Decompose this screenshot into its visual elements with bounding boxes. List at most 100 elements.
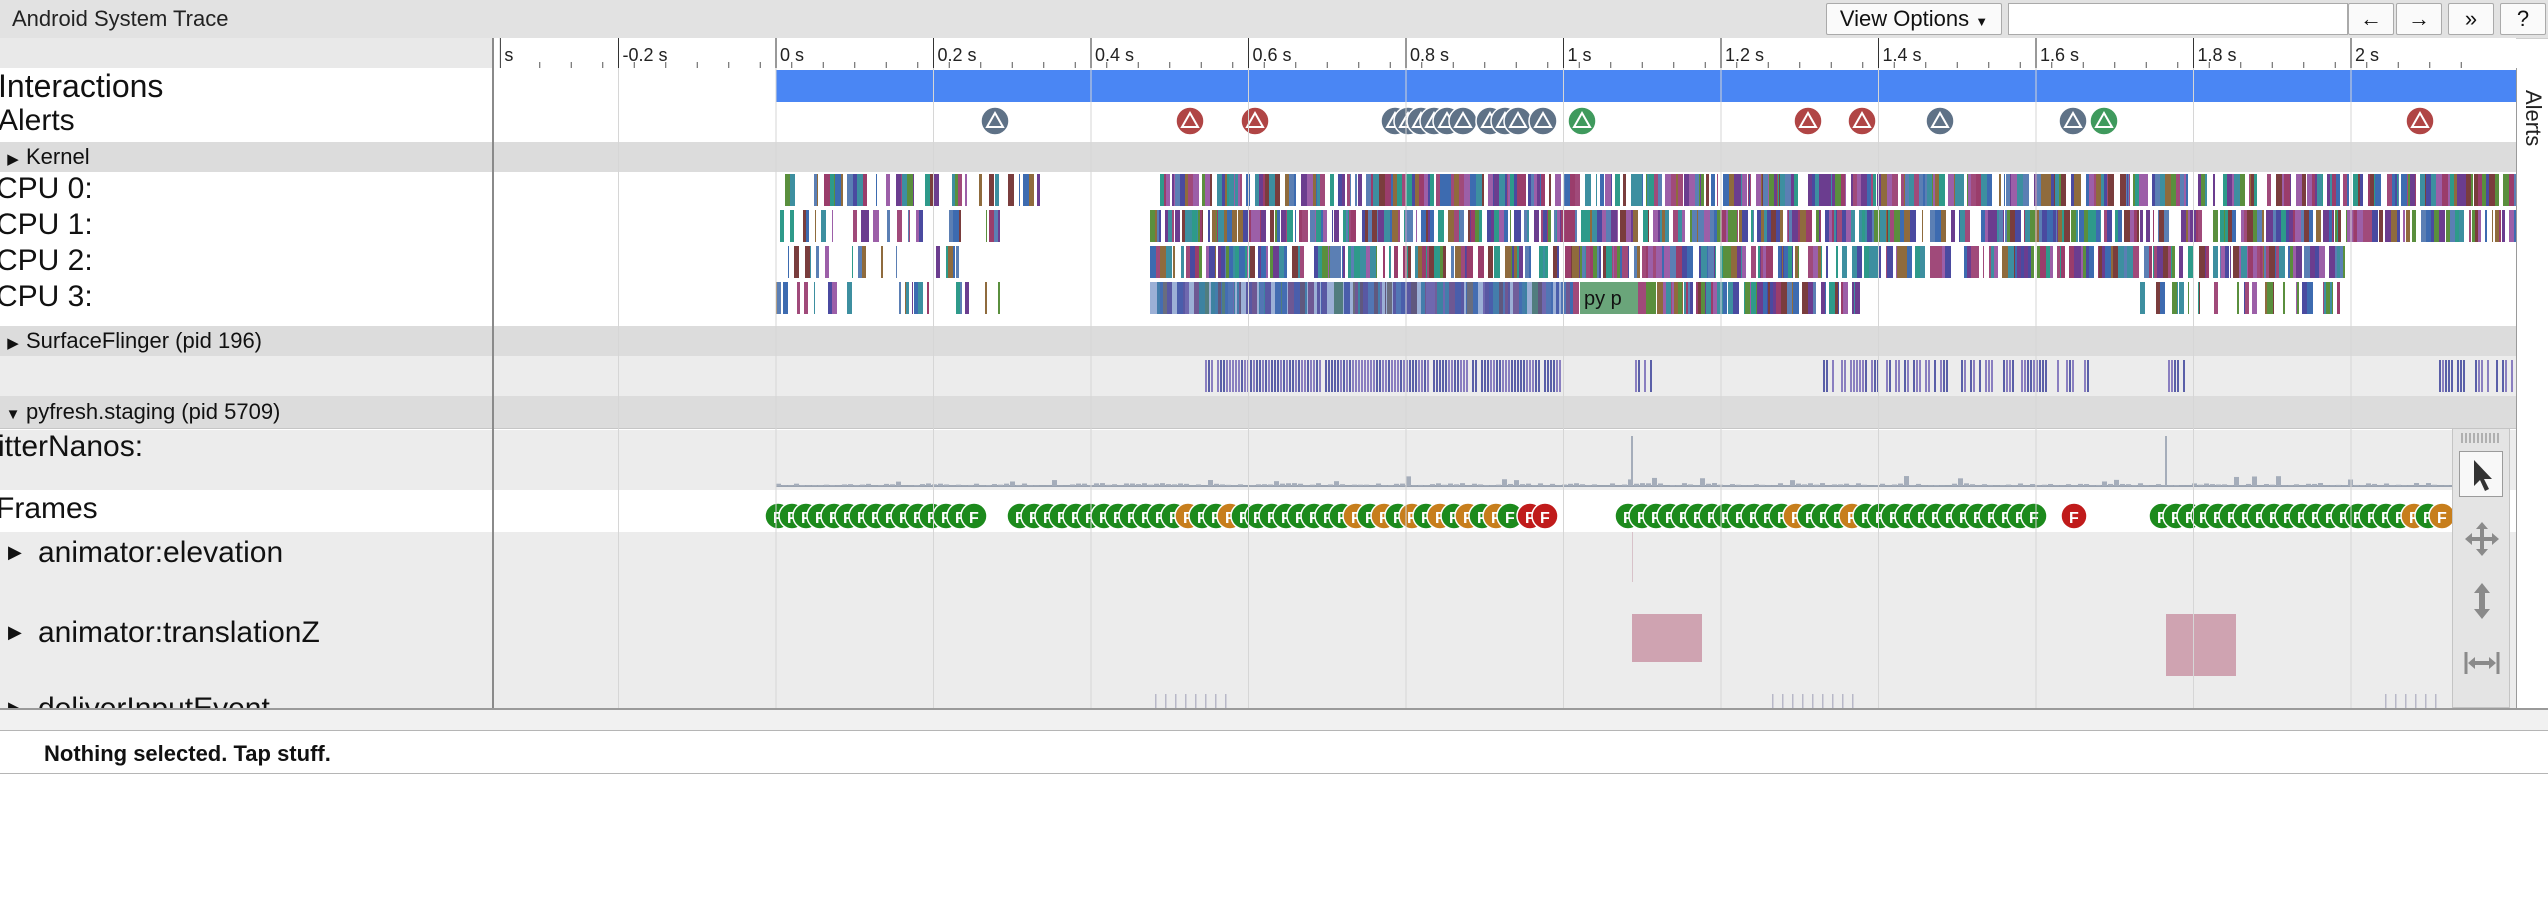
cpu-slice (1720, 246, 1723, 278)
elevation-marker[interactable] (1632, 532, 1633, 582)
jitter-bar (1562, 484, 1567, 486)
cpu-slice (985, 282, 987, 314)
cpu-slice (2102, 246, 2105, 278)
panel-splitter[interactable] (0, 708, 2548, 732)
surfaceflinger-slice (1529, 360, 1531, 392)
surfaceflinger-slice (1370, 360, 1372, 392)
cpu-slice (2495, 174, 2499, 206)
help-button[interactable]: ? (2500, 3, 2546, 35)
surfaceflinger-slices[interactable] (0, 356, 2516, 396)
cpu-slice (1198, 210, 1200, 242)
jitter-bar (1226, 484, 1231, 486)
frames-track[interactable]: Frames FFFFFFFFFFFFFFFFFFFFFFFFFFFFFFFFF… (0, 490, 2516, 532)
cpu-slice (1537, 174, 1540, 206)
surfaceflinger-group-header[interactable]: ▶ SurfaceFlinger (pid 196) (0, 326, 2516, 356)
collapse-triangle-icon[interactable]: ▼ (0, 399, 26, 431)
surfaceflinger-slice (2448, 360, 2450, 392)
expand-triangle-icon[interactable]: ▶ (8, 622, 22, 643)
surfaceflinger-slice (1229, 360, 1231, 392)
jitter-counter[interactable] (0, 430, 2452, 490)
expand-triangle-icon[interactable]: ▶ (0, 329, 26, 359)
pan-tool-button[interactable] (2459, 515, 2503, 561)
cpu-slice (1976, 174, 1981, 206)
prev-match-button[interactable]: ← (2348, 3, 2394, 35)
cpu-slice (1873, 174, 1876, 206)
cpu-slice (1733, 282, 1739, 314)
jitter-bar (1196, 484, 1201, 486)
cpu-slice (1202, 174, 1205, 206)
cpu-slice (858, 246, 862, 278)
expand-triangle-icon[interactable]: ▶ (0, 145, 26, 175)
surfaceflinger-slice (1451, 360, 1453, 392)
jitter-bar (1760, 484, 1765, 486)
drag-handle-icon[interactable] (2461, 433, 2501, 443)
animator-translationz-track[interactable]: ▶ animator:translationZ (0, 584, 2516, 694)
cpu-slice (2107, 210, 2112, 242)
timing-tool-button[interactable] (2459, 639, 2503, 685)
translationz-slice[interactable] (1632, 614, 1702, 662)
cpu-slice (1597, 210, 1602, 242)
surfaceflinger-slice (1463, 360, 1465, 392)
view-options-button[interactable]: View Options ▼ (1826, 3, 2002, 35)
jitter-track[interactable]: itterNanos: (0, 430, 2516, 490)
cpu-slice (1762, 174, 1763, 206)
deliver-input-slices[interactable] (0, 676, 2452, 708)
cpu-slice (1961, 174, 1964, 206)
cpu-slice (1392, 210, 1398, 242)
cpu-slice (1323, 210, 1327, 242)
cpu-slice (1981, 174, 1987, 206)
cpu-slice (2358, 174, 2360, 206)
cpu-slice (2431, 210, 2434, 242)
cpu-slice (1930, 210, 1935, 242)
cpu-slice (1699, 174, 1700, 206)
cpu-slice (1909, 174, 1914, 206)
label-splitter[interactable] (492, 38, 494, 708)
kernel-group-header[interactable]: ▶ Kernel (0, 142, 2516, 172)
cpu-slices[interactable]: py p (0, 172, 2516, 322)
zoom-tool-button[interactable] (2459, 577, 2503, 623)
expand-button[interactable]: » (2448, 3, 2494, 35)
jitter-bar (1988, 484, 1993, 486)
alerts-track[interactable]: Alerts (0, 104, 2516, 140)
select-tool-button[interactable] (2459, 451, 2503, 497)
ruler-left-spacer (0, 38, 493, 68)
jitter-bar (1508, 483, 1513, 486)
animator-elevation-track[interactable]: ▶ animator:elevation (0, 532, 2516, 584)
cpu-slice (2322, 174, 2323, 206)
cpu-slice (2353, 174, 2358, 206)
search-input[interactable] (2008, 3, 2348, 35)
frame-markers[interactable]: FFFFFFFFFFFFFFFFFFFFFFFFFFFFFFFFFFFFFFFF… (0, 490, 2452, 532)
alerts-side-tab[interactable]: Alerts (2516, 68, 2548, 708)
jitter-bar (1148, 484, 1153, 486)
next-match-button[interactable]: → (2396, 3, 2442, 35)
surfaceflinger-slice (1871, 360, 1873, 392)
jitter-bar (812, 485, 817, 486)
expand-triangle-icon[interactable]: ▶ (8, 542, 22, 563)
deliver-input-track[interactable]: ▶ deliverInputEvent (0, 676, 2516, 708)
cpu-slice (1330, 246, 1335, 278)
cpu-slice (2184, 174, 2186, 206)
cpu-slice (1915, 246, 1920, 278)
cpu-slice (2489, 174, 2495, 206)
time-ruler[interactable]: s -0.2 s0 s 0.2 s 0.4 s 0.6 s 0.8 s1 s 1.2 s 1.… (493, 38, 2516, 69)
interaction-bar[interactable] (776, 70, 2516, 102)
kernel-label: Kernel (26, 144, 90, 169)
jitter-bar (1802, 484, 1807, 486)
cpu-slice (2134, 210, 2137, 242)
cpu-slice (1763, 282, 1767, 314)
cpu-slice (794, 246, 799, 278)
cpu-slice (1887, 210, 1888, 242)
cpu-slice (1157, 210, 1159, 242)
jitter-bar (986, 485, 991, 486)
pyfresh-group-header[interactable]: ▼ pyfresh.staging (pid 5709) (0, 396, 2516, 429)
cpu-slice (1488, 246, 1493, 278)
cpu-slice (1377, 210, 1378, 242)
cpu-slice (1347, 174, 1350, 206)
alerts-markers[interactable] (0, 104, 2516, 140)
cpu-tracks[interactable]: CPU 0: CPU 1: CPU 2: CPU 3: py p (0, 172, 2516, 322)
cpu-slice (2315, 246, 2319, 278)
interactions-track[interactable]: Interactions (0, 68, 2516, 104)
view-options-label: View Options (1839, 6, 1970, 31)
cpu-slice (2392, 174, 2395, 206)
surfaceflinger-track[interactable] (0, 356, 2516, 396)
